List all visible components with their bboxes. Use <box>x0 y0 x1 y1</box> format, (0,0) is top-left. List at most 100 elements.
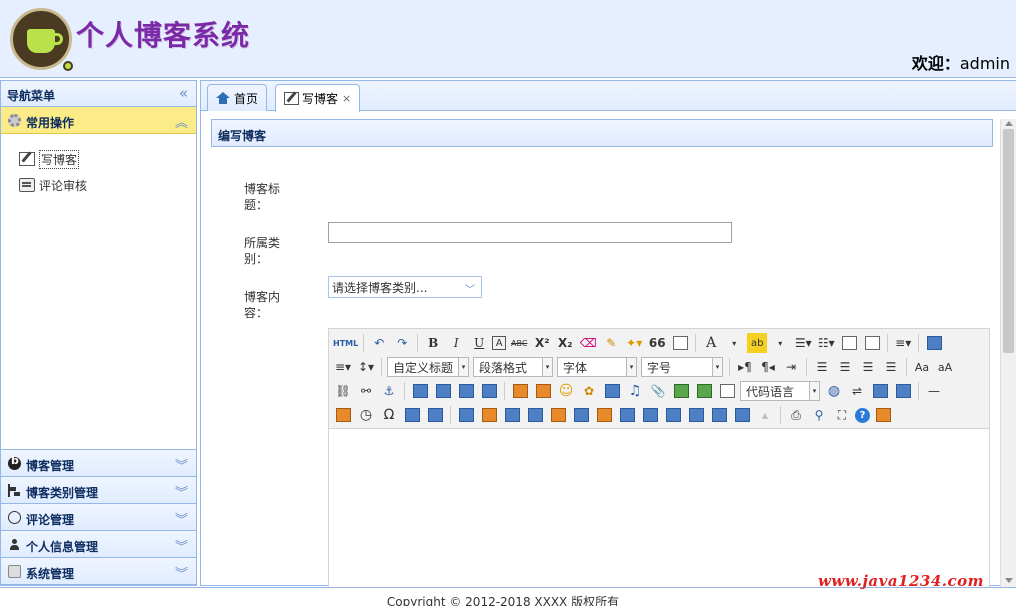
superscript-icon[interactable]: X² <box>532 333 552 353</box>
blog-title-input[interactable] <box>328 222 732 243</box>
paste-plain-icon[interactable] <box>670 333 690 353</box>
image-center-icon[interactable] <box>456 381 476 401</box>
scroll-thumb[interactable] <box>1003 129 1014 353</box>
unordered-list-icon[interactable]: ☷▾ <box>816 333 836 353</box>
time-icon[interactable]: ◷ <box>356 405 376 425</box>
font-color-button[interactable]: A <box>701 333 721 353</box>
align-justify-icon[interactable]: ☰ <box>881 357 901 377</box>
special-char-button[interactable]: Ω <box>379 405 399 425</box>
merge-cells-icon[interactable] <box>617 405 637 425</box>
row-spacing-icon[interactable]: ↕▾ <box>356 357 376 377</box>
search-icon[interactable]: ⚲ <box>809 405 829 425</box>
menu-item-comment-review[interactable]: 评论审核 <box>1 174 196 196</box>
split-rows-icon[interactable] <box>709 405 729 425</box>
html-source-button[interactable]: HTML <box>333 333 358 353</box>
music-icon[interactable]: ♫ <box>625 381 645 401</box>
bold-button[interactable]: B <box>423 333 443 353</box>
paragraph-format-select[interactable]: 段落格式 ▾ <box>473 357 553 377</box>
blockquote-button[interactable]: 66 <box>647 333 667 353</box>
find-replace-icon[interactable]: ⛶ <box>832 405 852 425</box>
tab-write-blog[interactable]: 写博客 × <box>275 84 361 112</box>
panel-comment-management[interactable]: 评论管理 ︾ <box>1 504 196 531</box>
anchor-icon[interactable]: ⚓ <box>379 381 399 401</box>
emoticon-icon[interactable]: ☺ <box>556 381 576 401</box>
font-family-select[interactable]: 字体 ▾ <box>557 357 637 377</box>
ltr-icon[interactable]: ▸¶ <box>735 357 755 377</box>
line-height-icon[interactable]: ≡▾ <box>893 333 913 353</box>
chevron-down-icon[interactable]: ︾ <box>175 482 188 501</box>
align-left-icon[interactable]: ☰ <box>812 357 832 377</box>
redo-icon[interactable]: ↷ <box>392 333 412 353</box>
template-icon[interactable] <box>893 381 913 401</box>
split-cells-icon[interactable] <box>686 405 706 425</box>
select-all-icon[interactable] <box>839 333 859 353</box>
italic-button[interactable]: I <box>446 333 466 353</box>
font-size-select[interactable]: 字号 ▾ <box>641 357 723 377</box>
background-icon[interactable] <box>870 381 890 401</box>
align-right-icon[interactable]: ☰ <box>858 357 878 377</box>
scrawl-icon[interactable]: ✿ <box>579 381 599 401</box>
video-icon[interactable] <box>602 381 622 401</box>
panel-system-management[interactable]: 系统管理 ︾ <box>1 558 196 585</box>
scroll-down-icon[interactable] <box>1005 578 1013 583</box>
auto-format-icon[interactable]: ✦▾ <box>624 333 644 353</box>
help-icon[interactable]: ? <box>855 407 870 423</box>
link-icon[interactable]: ⛓ <box>333 381 353 401</box>
underline-button[interactable]: U <box>469 333 489 353</box>
scroll-up-icon[interactable] <box>1005 121 1013 126</box>
font-border-icon[interactable]: A <box>492 336 507 350</box>
unlink-icon[interactable]: ⚯ <box>356 381 376 401</box>
split-cols-icon[interactable] <box>732 405 752 425</box>
image-left-icon[interactable] <box>410 381 430 401</box>
paragraph-spacing-icon[interactable]: ≡▾ <box>333 357 353 377</box>
chevron-down-icon[interactable]: ︾ <box>175 509 188 528</box>
content-scrollbar[interactable] <box>1000 119 1016 587</box>
panel-profile-management[interactable]: 个人信息管理 ︾ <box>1 531 196 558</box>
insert-table-icon[interactable] <box>456 405 476 425</box>
tab-home[interactable]: 首页 <box>207 84 268 111</box>
chart-icon[interactable]: ▴ <box>755 405 775 425</box>
chevron-down-icon[interactable]: ︾ <box>175 455 188 474</box>
multi-image-icon[interactable] <box>533 381 553 401</box>
format-brush-icon[interactable]: ✎ <box>601 333 621 353</box>
panel-category-management[interactable]: 博客类别管理 ︾ <box>1 477 196 504</box>
indent-icon[interactable]: ⇥ <box>781 357 801 377</box>
insert-image-icon[interactable] <box>510 381 530 401</box>
custom-title-select[interactable]: 自定义标题 ▾ <box>387 357 469 377</box>
webapp-icon[interactable] <box>717 381 737 401</box>
collapse-sidebar-icon[interactable]: « <box>179 84 188 102</box>
merge-right-icon[interactable] <box>640 405 660 425</box>
editor-content-area[interactable] <box>329 429 989 589</box>
align-center-icon[interactable]: ☰ <box>835 357 855 377</box>
merge-down-icon[interactable] <box>663 405 683 425</box>
insert-col-icon[interactable] <box>571 405 591 425</box>
attachment-icon[interactable]: 📎 <box>648 381 668 401</box>
preview-icon[interactable] <box>924 333 944 353</box>
rtl-icon[interactable]: ¶◂ <box>758 357 778 377</box>
eraser-icon[interactable]: ⌫ <box>578 333 598 353</box>
image-none-icon[interactable] <box>479 381 499 401</box>
panel-blog-management[interactable]: 博客管理 ︾ <box>1 450 196 477</box>
category-select[interactable]: 请选择博客类别... ﹀ <box>328 276 482 298</box>
delete-table-icon[interactable] <box>479 405 499 425</box>
uppercase-icon[interactable]: Aa <box>912 357 932 377</box>
code-language-select[interactable]: 代码语言 ▾ <box>740 381 820 401</box>
highlight-button[interactable]: ab <box>747 333 768 353</box>
page-break-icon[interactable]: ⇌ <box>847 381 867 401</box>
ordered-list-icon[interactable]: ☰▾ <box>793 333 813 353</box>
insert-row-icon[interactable] <box>525 405 545 425</box>
globe-icon[interactable]: ◍ <box>824 381 844 401</box>
drafts-icon[interactable] <box>873 405 893 425</box>
menu-item-write-blog[interactable]: 写博客 <box>1 148 196 170</box>
snap-screen-icon[interactable] <box>402 405 422 425</box>
delete-row-icon[interactable] <box>548 405 568 425</box>
chevron-down-icon[interactable]: ︾ <box>175 536 188 555</box>
date-icon[interactable] <box>333 405 353 425</box>
image-right-icon[interactable] <box>433 381 453 401</box>
close-tab-icon[interactable]: × <box>342 92 351 105</box>
strikethrough-button[interactable]: ABC <box>509 333 529 353</box>
lowercase-icon[interactable]: aA <box>935 357 955 377</box>
panel-common-ops[interactable]: 常用操作 ︽ <box>1 107 196 134</box>
insert-paragraph-icon[interactable] <box>502 405 522 425</box>
subscript-icon[interactable]: X₂ <box>555 333 575 353</box>
